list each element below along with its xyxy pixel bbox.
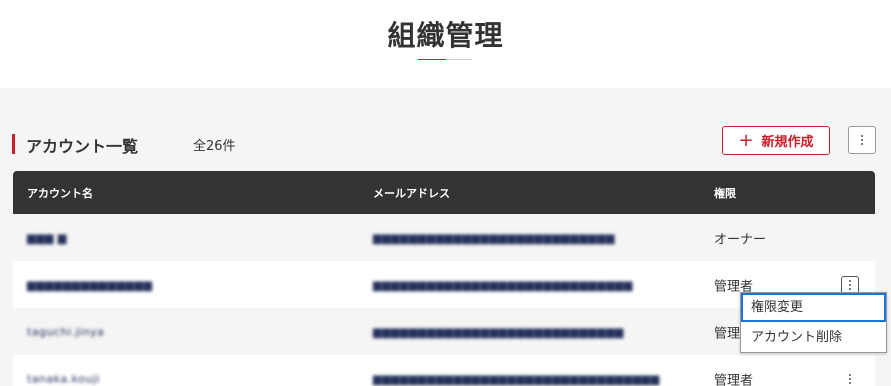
table-row: ▆▆▆ ▆ ▆▆▆▆▆▆▆▆▆▆▆▆▆▆▆▆▆▆▆▆▆▆▆▆▆▆▆ オーナー (13, 214, 875, 261)
more-options-button[interactable] (848, 126, 876, 154)
row-menu-button[interactable] (841, 275, 859, 294)
row-menu-button[interactable] (841, 370, 859, 386)
more-vertical-icon (849, 279, 851, 290)
account-role: オーナー (714, 232, 767, 247)
more-vertical-icon (861, 135, 863, 145)
account-email: ▆▆▆▆▆▆▆▆▆▆▆▆▆▆▆▆▆▆▆▆▆▆▆▆▆▆▆▆▆▆▆▆ (373, 372, 660, 385)
new-button-label: 新規作成 (761, 135, 814, 150)
account-email: ▆▆▆▆▆▆▆▆▆▆▆▆▆▆▆▆▆▆▆▆▆▆▆▆▆▆▆ (373, 231, 615, 244)
account-table: アカウント名 メールアドレス 権限 ▆▆▆ ▆ ▆▆▆▆▆▆▆▆▆▆▆▆▆▆▆▆… (13, 171, 875, 386)
account-name: tanaka.kouji (27, 372, 100, 385)
table-row: tanaka.kouji ▆▆▆▆▆▆▆▆▆▆▆▆▆▆▆▆▆▆▆▆▆▆▆▆▆▆▆… (13, 355, 875, 386)
page-title: 組織管理 (387, 19, 504, 52)
account-count: 全26件 (193, 139, 236, 154)
account-name: ▆▆▆ ▆ (27, 231, 67, 244)
row-context-menu: 権限変更 アカウント削除 (740, 292, 887, 353)
section-title: アカウント一覧 (26, 137, 139, 156)
account-name: ▆▆▆▆▆▆▆▆▆▆▆▆▆▆ (27, 278, 153, 291)
account-email: ▆▆▆▆▆▆▆▆▆▆▆▆▆▆▆▆▆▆▆▆▆▆▆▆▆▆▆▆ (373, 325, 624, 338)
section-accent-bar (12, 134, 15, 154)
menu-item-delete-account[interactable]: アカウント削除 (741, 323, 886, 352)
table-header: アカウント名 メールアドレス 権限 (13, 171, 875, 214)
more-vertical-icon (849, 373, 851, 384)
title-underline (418, 59, 472, 60)
page-header: 組織管理 (0, 0, 891, 88)
column-header-email: メールアドレス (373, 187, 450, 200)
column-header-role: 権限 (714, 187, 736, 200)
plus-icon: + (738, 129, 754, 151)
account-role: 管理者 (714, 373, 754, 386)
column-header-name: アカウント名 (27, 187, 93, 200)
account-email: ▆▆▆▆▆▆▆▆▆▆▆▆▆▆▆▆▆▆▆▆▆▆▆▆▆▆▆▆▆ (373, 278, 633, 291)
account-name: taguchi.jinya (27, 325, 105, 338)
new-account-button[interactable]: + 新規作成 (722, 126, 830, 155)
menu-item-change-permission[interactable]: 権限変更 (741, 293, 886, 322)
